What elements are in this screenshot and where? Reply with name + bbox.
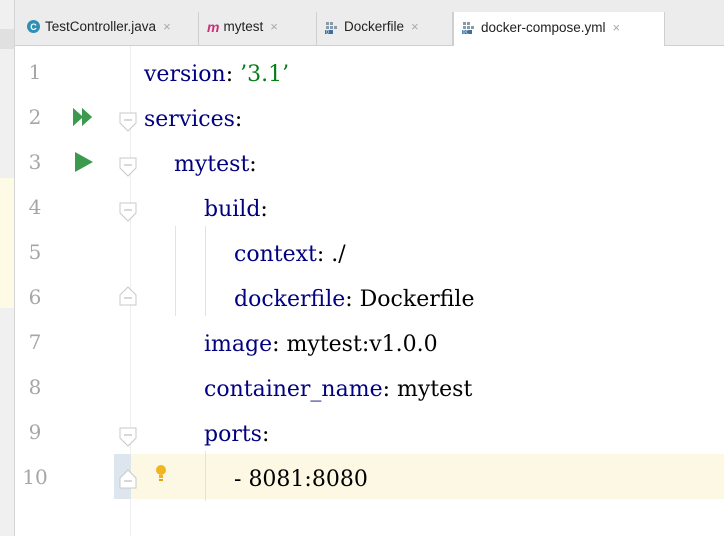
yaml-value: mytest:v1.0.0	[286, 332, 438, 357]
close-icon[interactable]: ×	[163, 19, 171, 34]
line-number: 10	[22, 465, 48, 489]
yaml-separator: :	[249, 152, 257, 177]
line-number: 4	[28, 195, 42, 219]
yaml-key: build	[204, 197, 261, 222]
java-class-icon: C	[27, 20, 40, 33]
editor-tab-bar: C TestController.java × m mytest × D Doc…	[15, 0, 724, 46]
code-line-5[interactable]: context: ./	[234, 232, 346, 277]
left-panel-selection	[0, 29, 14, 49]
tab-label: mytest	[223, 19, 264, 34]
left-panel-highlight	[0, 178, 14, 308]
tab-label: TestController.java	[45, 19, 157, 34]
yaml-separator: :	[382, 377, 398, 402]
yaml-key: services	[144, 107, 235, 132]
yaml-separator: :	[260, 197, 268, 222]
maven-module-icon: m	[207, 18, 219, 35]
code-line-6[interactable]: dockerfile: Dockerfile	[234, 277, 474, 322]
code-line-2[interactable]: services:	[144, 97, 242, 142]
yaml-separator: :	[225, 62, 241, 87]
dockerfile-icon: D	[325, 20, 339, 34]
line-number: 7	[28, 330, 42, 354]
yaml-key: dockerfile	[234, 287, 346, 312]
code-line-9[interactable]: ports:	[204, 412, 269, 457]
yaml-value: 8081:8080	[248, 467, 368, 492]
yaml-value: ./	[331, 242, 346, 267]
indent-guide	[205, 226, 206, 316]
yaml-separator: :	[272, 332, 287, 357]
line-number: 5	[28, 240, 42, 264]
svg-text:D: D	[326, 29, 329, 34]
code-line-7[interactable]: image: mytest:v1.0.0	[204, 322, 438, 367]
fold-collapse-icon[interactable]	[119, 112, 137, 132]
tab-docker-compose[interactable]: DC docker-compose.yml ×	[453, 12, 665, 46]
indent-guide	[175, 226, 176, 316]
run-all-services-icon[interactable]	[73, 106, 99, 128]
yaml-string: ’3.1’	[240, 62, 290, 87]
code-line-3[interactable]: mytest:	[174, 142, 257, 187]
line-number: 3	[28, 150, 42, 174]
yaml-separator: :	[316, 242, 332, 267]
docker-compose-icon: DC	[462, 20, 476, 34]
close-icon[interactable]: ×	[613, 20, 621, 35]
tab-dockerfile[interactable]: D Dockerfile ×	[317, 12, 453, 45]
left-panel-edge	[0, 0, 15, 536]
yaml-key: context	[234, 242, 317, 267]
tab-label: docker-compose.yml	[481, 19, 606, 35]
editor-gutter: 1 2 3 4 5 6 7 8 9 10	[15, 46, 137, 536]
tab-label: Dockerfile	[344, 19, 405, 34]
svg-text:DC: DC	[463, 30, 469, 35]
intention-bulb-icon[interactable]	[155, 464, 167, 484]
yaml-key: mytest	[174, 152, 250, 177]
code-editor[interactable]: 1 2 3 4 5 6 7 8 9 10 version: ’3.1’ serv…	[15, 46, 724, 536]
line-number: 9	[28, 420, 42, 444]
yaml-list-dash: -	[234, 467, 249, 492]
indent-guide	[205, 451, 206, 501]
close-icon[interactable]: ×	[411, 19, 419, 34]
yaml-key: image	[204, 332, 273, 357]
fold-collapse-icon[interactable]	[119, 157, 137, 177]
yaml-value: Dockerfile	[359, 287, 475, 312]
code-line-8[interactable]: container_name: mytest	[204, 367, 472, 412]
tab-mytest[interactable]: m mytest ×	[199, 12, 317, 45]
run-service-icon[interactable]	[73, 151, 95, 173]
fold-end-icon[interactable]	[119, 286, 137, 306]
close-icon[interactable]: ×	[270, 19, 278, 34]
yaml-key: version	[144, 62, 226, 87]
tab-testcontroller[interactable]: C TestController.java ×	[19, 12, 199, 45]
line-number: 6	[28, 285, 42, 309]
code-line-1[interactable]: version: ’3.1’	[144, 52, 289, 97]
yaml-value: mytest	[397, 377, 473, 402]
yaml-key: container_name	[204, 377, 383, 402]
fold-end-icon[interactable]	[119, 469, 137, 489]
fold-collapse-icon[interactable]	[119, 427, 137, 447]
yaml-separator: :	[261, 422, 270, 447]
yaml-key: ports	[204, 422, 262, 447]
yaml-separator: :	[234, 107, 243, 132]
line-number: 2	[28, 105, 42, 129]
yaml-separator: :	[345, 287, 360, 312]
code-line-4[interactable]: build:	[204, 187, 268, 232]
line-number: 8	[28, 375, 42, 399]
code-line-10[interactable]: - 8081:8080	[234, 457, 368, 502]
line-number: 1	[28, 60, 42, 84]
fold-collapse-icon[interactable]	[119, 202, 137, 222]
